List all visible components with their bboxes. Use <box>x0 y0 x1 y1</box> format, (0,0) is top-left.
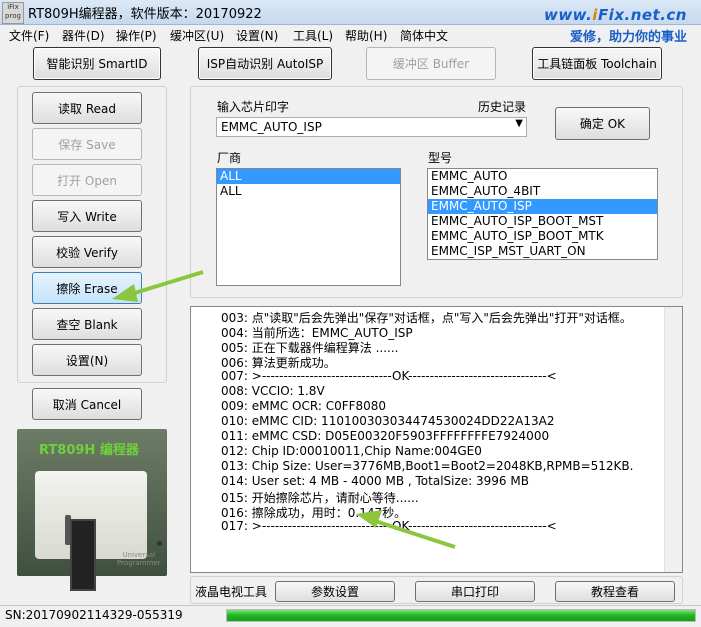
arrow-head <box>112 284 138 302</box>
arrow-shaft <box>127 270 204 297</box>
arrow-to-result-icon <box>356 510 456 549</box>
arrow-to-erase-icon <box>112 270 204 302</box>
annotation-arrows <box>112 270 456 549</box>
arrow-head <box>356 510 382 528</box>
arrow-shaft <box>371 518 456 549</box>
